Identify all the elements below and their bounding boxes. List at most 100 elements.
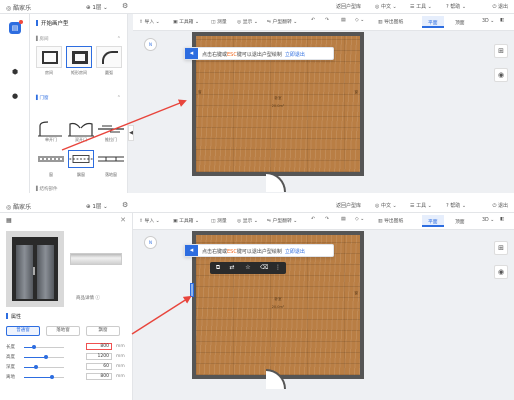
toolbar-display[interactable]: ◎ 显示 ⌄ [237,18,258,25]
sliding-door-icon[interactable] [98,120,124,138]
length-slider[interactable] [24,345,64,349]
height-input[interactable]: 1200 [86,353,112,360]
rail-catalog-icon[interactable]: ⬢ [9,66,21,78]
window-icon[interactable] [38,150,64,168]
chevron-up-icon[interactable]: ⌃ [117,95,121,101]
shape-rect-room[interactable] [66,46,92,68]
undo-icon[interactable]: ↶ [311,18,315,23]
language-menu[interactable]: ◎ 中文 ⌄ [375,202,397,209]
compass[interactable]: N [144,236,157,249]
redo-icon[interactable]: ↷ [325,18,329,23]
mode-normal-window[interactable]: 普通窗 [6,326,40,336]
delete-icon[interactable]: ⌫ [260,264,268,272]
floor-label: 1层 [92,5,102,11]
copy-icon[interactable]: ⧉ [214,264,222,272]
double-door-icon[interactable] [68,120,94,138]
toolbar-measure[interactable]: ◫ 测量 [211,18,227,25]
mode-bay-window[interactable]: 飘窗 [86,326,120,336]
dock-icon[interactable]: ◧ [500,18,505,23]
flip-icon[interactable]: ⇄ [228,264,236,272]
floorplan-grid-icon[interactable]: ⊞ [494,44,508,58]
gear-icon[interactable]: ⚙ [122,2,128,10]
floor-window-icon[interactable] [98,150,124,168]
close-icon[interactable]: ✕ [120,216,126,224]
rail-draw-house-icon[interactable]: ▤ [9,20,23,34]
save-icon[interactable]: ▤ [341,18,346,23]
more-icon[interactable]: ⋮ [274,264,282,272]
exit-now-link[interactable]: 立即退出 [285,249,305,255]
depth-slider[interactable] [24,365,64,369]
back-to-library-link[interactable]: 返回户型库 [336,202,361,209]
catalog-icon[interactable]: ▦ [6,217,12,224]
toolbar-import[interactable]: ⇪ 导入 ⌄ [139,217,160,224]
tools-menu[interactable]: ☰ 工具 ⌄ [410,3,432,10]
exit-button[interactable]: ⏻ 退出 [492,3,508,10]
bay-window-caption: 飘窗 [77,172,85,177]
chevron-up-icon[interactable]: ⌃ [117,36,121,42]
bay-window-icon[interactable] [68,150,94,168]
mode-floor-window[interactable]: 落地窗 [46,326,80,336]
floor-selector[interactable]: ⊕ 1层 ⌄ [86,202,108,210]
floorplan-grid-icon[interactable]: ⊞ [494,241,508,255]
toolbar-display[interactable]: ◎ 显示 ⌄ [237,217,258,224]
exit-button[interactable]: ⏻ 退出 [492,202,508,209]
tab-ceiling[interactable]: 顶面 [449,16,471,28]
single-door-icon[interactable] [38,120,64,138]
length-input[interactable]: 800 [86,343,112,350]
hint-esc-key: ESC [227,249,237,255]
length-slider-knob[interactable] [32,345,36,349]
toolbar-import-label: 导入 [144,20,155,25]
toolbar-toolbox[interactable]: ▣ 工具箱 ⌄ [173,217,199,224]
toolbar-toolbox[interactable]: ▣ 工具箱 ⌄ [173,18,199,25]
language-menu[interactable]: ◎ 中文 ⌄ [375,3,397,10]
floor-selector[interactable]: ⊕ 1层 ⌄ [86,3,108,11]
erase-icon[interactable]: ◇ ⌄ [355,18,364,23]
back-to-library-link[interactable]: 返回户型库 [336,3,361,10]
language-label: 中文 [380,4,391,10]
exit-label: 退出 [497,4,508,10]
tab-3d[interactable]: 3D ⌄ [476,16,500,28]
toolbar-export[interactable]: ▥ 导出图纸 [378,217,403,224]
redo-icon[interactable]: ↷ [325,217,329,222]
elevation-input[interactable]: 800 [86,373,112,380]
help-menu[interactable]: ? 帮助 ⌄ [446,202,466,209]
window-sill-thumbnail[interactable] [70,253,122,265]
toolbar-flip[interactable]: ⇋ 户型翻转 ⌄ [267,217,297,224]
camera-icon[interactable]: ◉ [494,68,508,82]
rail-user-icon[interactable]: ● [9,90,21,102]
help-menu[interactable]: ? 帮助 ⌄ [446,3,466,10]
elevation-slider[interactable] [24,375,64,379]
toolbar-import[interactable]: ⇪ 导入 ⌄ [139,18,160,25]
tab-3d[interactable]: 3D ⌄ [476,215,500,227]
compass[interactable]: N [144,38,157,51]
hint-prefix: 点击右键或 [202,249,228,255]
elevation-slider-knob[interactable] [50,375,54,379]
collapse-panel-button[interactable]: ◀ [128,125,134,141]
shape-room-caption: 房间 [45,70,53,75]
toolbar-export[interactable]: ▥ 导出图纸 [378,18,403,25]
save-icon[interactable]: ▤ [341,217,346,222]
product-detail-link[interactable]: 商品详情 ⓘ [76,295,100,301]
toolbar-flip[interactable]: ⇋ 户型翻转 ⌄ [267,18,297,25]
tab-plan[interactable]: 平面 [422,215,444,227]
tools-menu[interactable]: ☰ 工具 ⌄ [410,202,432,209]
depth-input[interactable]: 60 [86,363,112,370]
elevation-unit: mm [116,374,125,379]
undo-icon[interactable]: ↶ [311,217,315,222]
exit-now-link[interactable]: 立即退出 [285,52,305,58]
camera-icon[interactable]: ◉ [494,265,508,279]
shape-room[interactable] [36,46,62,68]
shape-arc[interactable] [96,46,122,68]
top-bar: ◎ 酷家乐 ⊕ 1层 ⌄ ⚙ 返回户型库 ◎ 中文 ⌄ ☰ 工具 ⌄ ? 帮助 … [0,199,514,213]
tab-plan[interactable]: 平面 [422,16,444,28]
dock-icon[interactable]: ◧ [500,217,505,222]
height-slider[interactable] [24,355,64,359]
depth-slider-knob[interactable] [34,365,38,369]
favorite-icon[interactable]: ☆ [244,264,252,272]
height-slider-knob[interactable] [44,355,48,359]
selected-window[interactable] [190,283,194,297]
toolbar-measure[interactable]: ◫ 测量 [211,217,227,224]
gear-icon[interactable]: ⚙ [122,201,128,209]
tab-ceiling[interactable]: 顶面 [449,215,471,227]
erase-icon[interactable]: ◇ ⌄ [355,217,364,222]
